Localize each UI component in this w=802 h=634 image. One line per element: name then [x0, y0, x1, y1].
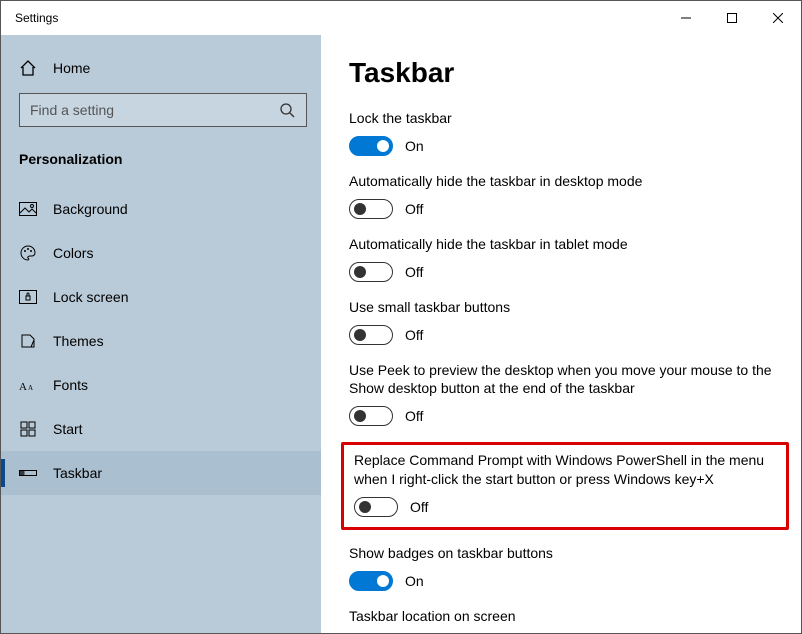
home-icon [19, 59, 37, 77]
setting-peek: Use Peek to preview the desktop when you… [349, 361, 781, 427]
toggle-state: Off [410, 499, 428, 515]
search-input[interactable] [30, 102, 278, 118]
nav-item-label: Taskbar [53, 465, 102, 481]
sidebar: Home Personalization Background Colors [1, 35, 321, 633]
setting-badges: Show badges on taskbar buttons On [349, 544, 781, 591]
nav-item-label: Lock screen [53, 289, 128, 305]
setting-autohide-tablet: Automatically hide the taskbar in tablet… [349, 235, 781, 282]
toggle-badges[interactable] [349, 571, 393, 591]
close-button[interactable] [755, 1, 801, 35]
start-icon [19, 420, 37, 438]
toggle-state: Off [405, 327, 423, 343]
page-heading: Taskbar [349, 57, 781, 89]
image-icon [19, 200, 37, 218]
nav-taskbar[interactable]: Taskbar [1, 451, 321, 495]
setting-small-buttons: Use small taskbar buttons Off [349, 298, 781, 345]
setting-label: Show badges on taskbar buttons [349, 544, 781, 563]
palette-icon [19, 244, 37, 262]
setting-replace-cmd: Replace Command Prompt with Windows Powe… [354, 451, 776, 517]
svg-text:A: A [28, 384, 33, 392]
fonts-icon: AA [19, 376, 37, 394]
toggle-state: On [405, 138, 424, 154]
toggle-lock-taskbar[interactable] [349, 136, 393, 156]
nav-colors[interactable]: Colors [1, 231, 321, 275]
nav-themes[interactable]: Themes [1, 319, 321, 363]
minimize-button[interactable] [663, 1, 709, 35]
highlighted-setting: Replace Command Prompt with Windows Powe… [341, 442, 789, 530]
setting-taskbar-location: Taskbar location on screen [349, 607, 781, 633]
toggle-state: Off [405, 264, 423, 280]
setting-lock-taskbar: Lock the taskbar On [349, 109, 781, 156]
toggle-peek[interactable] [349, 406, 393, 426]
nav-item-label: Themes [53, 333, 104, 349]
nav-home-label: Home [53, 60, 90, 76]
nav-background[interactable]: Background [1, 187, 321, 231]
setting-label: Use small taskbar buttons [349, 298, 781, 317]
nav-item-label: Colors [53, 245, 93, 261]
toggle-small-buttons[interactable] [349, 325, 393, 345]
nav-lockscreen[interactable]: Lock screen [1, 275, 321, 319]
setting-autohide-desktop: Automatically hide the taskbar in deskto… [349, 172, 781, 219]
toggle-state: Off [405, 408, 423, 424]
nav-start[interactable]: Start [1, 407, 321, 451]
nav-item-label: Start [53, 421, 83, 437]
setting-label: Use Peek to preview the desktop when you… [349, 361, 781, 399]
maximize-button[interactable] [709, 1, 755, 35]
setting-label: Replace Command Prompt with Windows Powe… [354, 451, 776, 489]
titlebar: Settings [1, 1, 801, 35]
taskbar-icon [19, 464, 37, 482]
search-icon [278, 101, 296, 119]
lockscreen-icon [19, 288, 37, 306]
main-panel: Taskbar Lock the taskbar On Automaticall… [321, 35, 801, 633]
setting-label: Taskbar location on screen [349, 607, 781, 626]
toggle-autohide-tablet[interactable] [349, 262, 393, 282]
nav-fonts[interactable]: AA Fonts [1, 363, 321, 407]
search-box[interactable] [19, 93, 307, 127]
nav-home[interactable]: Home [1, 49, 321, 87]
setting-label: Automatically hide the taskbar in deskto… [349, 172, 781, 191]
window-title: Settings [15, 11, 58, 25]
section-label: Personalization [1, 137, 321, 177]
nav-item-label: Background [53, 201, 128, 217]
nav-item-label: Fonts [53, 377, 88, 393]
toggle-autohide-desktop[interactable] [349, 199, 393, 219]
toggle-state: Off [405, 201, 423, 217]
toggle-state: On [405, 573, 424, 589]
themes-icon [19, 332, 37, 350]
setting-label: Lock the taskbar [349, 109, 781, 128]
setting-label: Automatically hide the taskbar in tablet… [349, 235, 781, 254]
toggle-replace-cmd[interactable] [354, 497, 398, 517]
svg-text:A: A [19, 381, 27, 392]
